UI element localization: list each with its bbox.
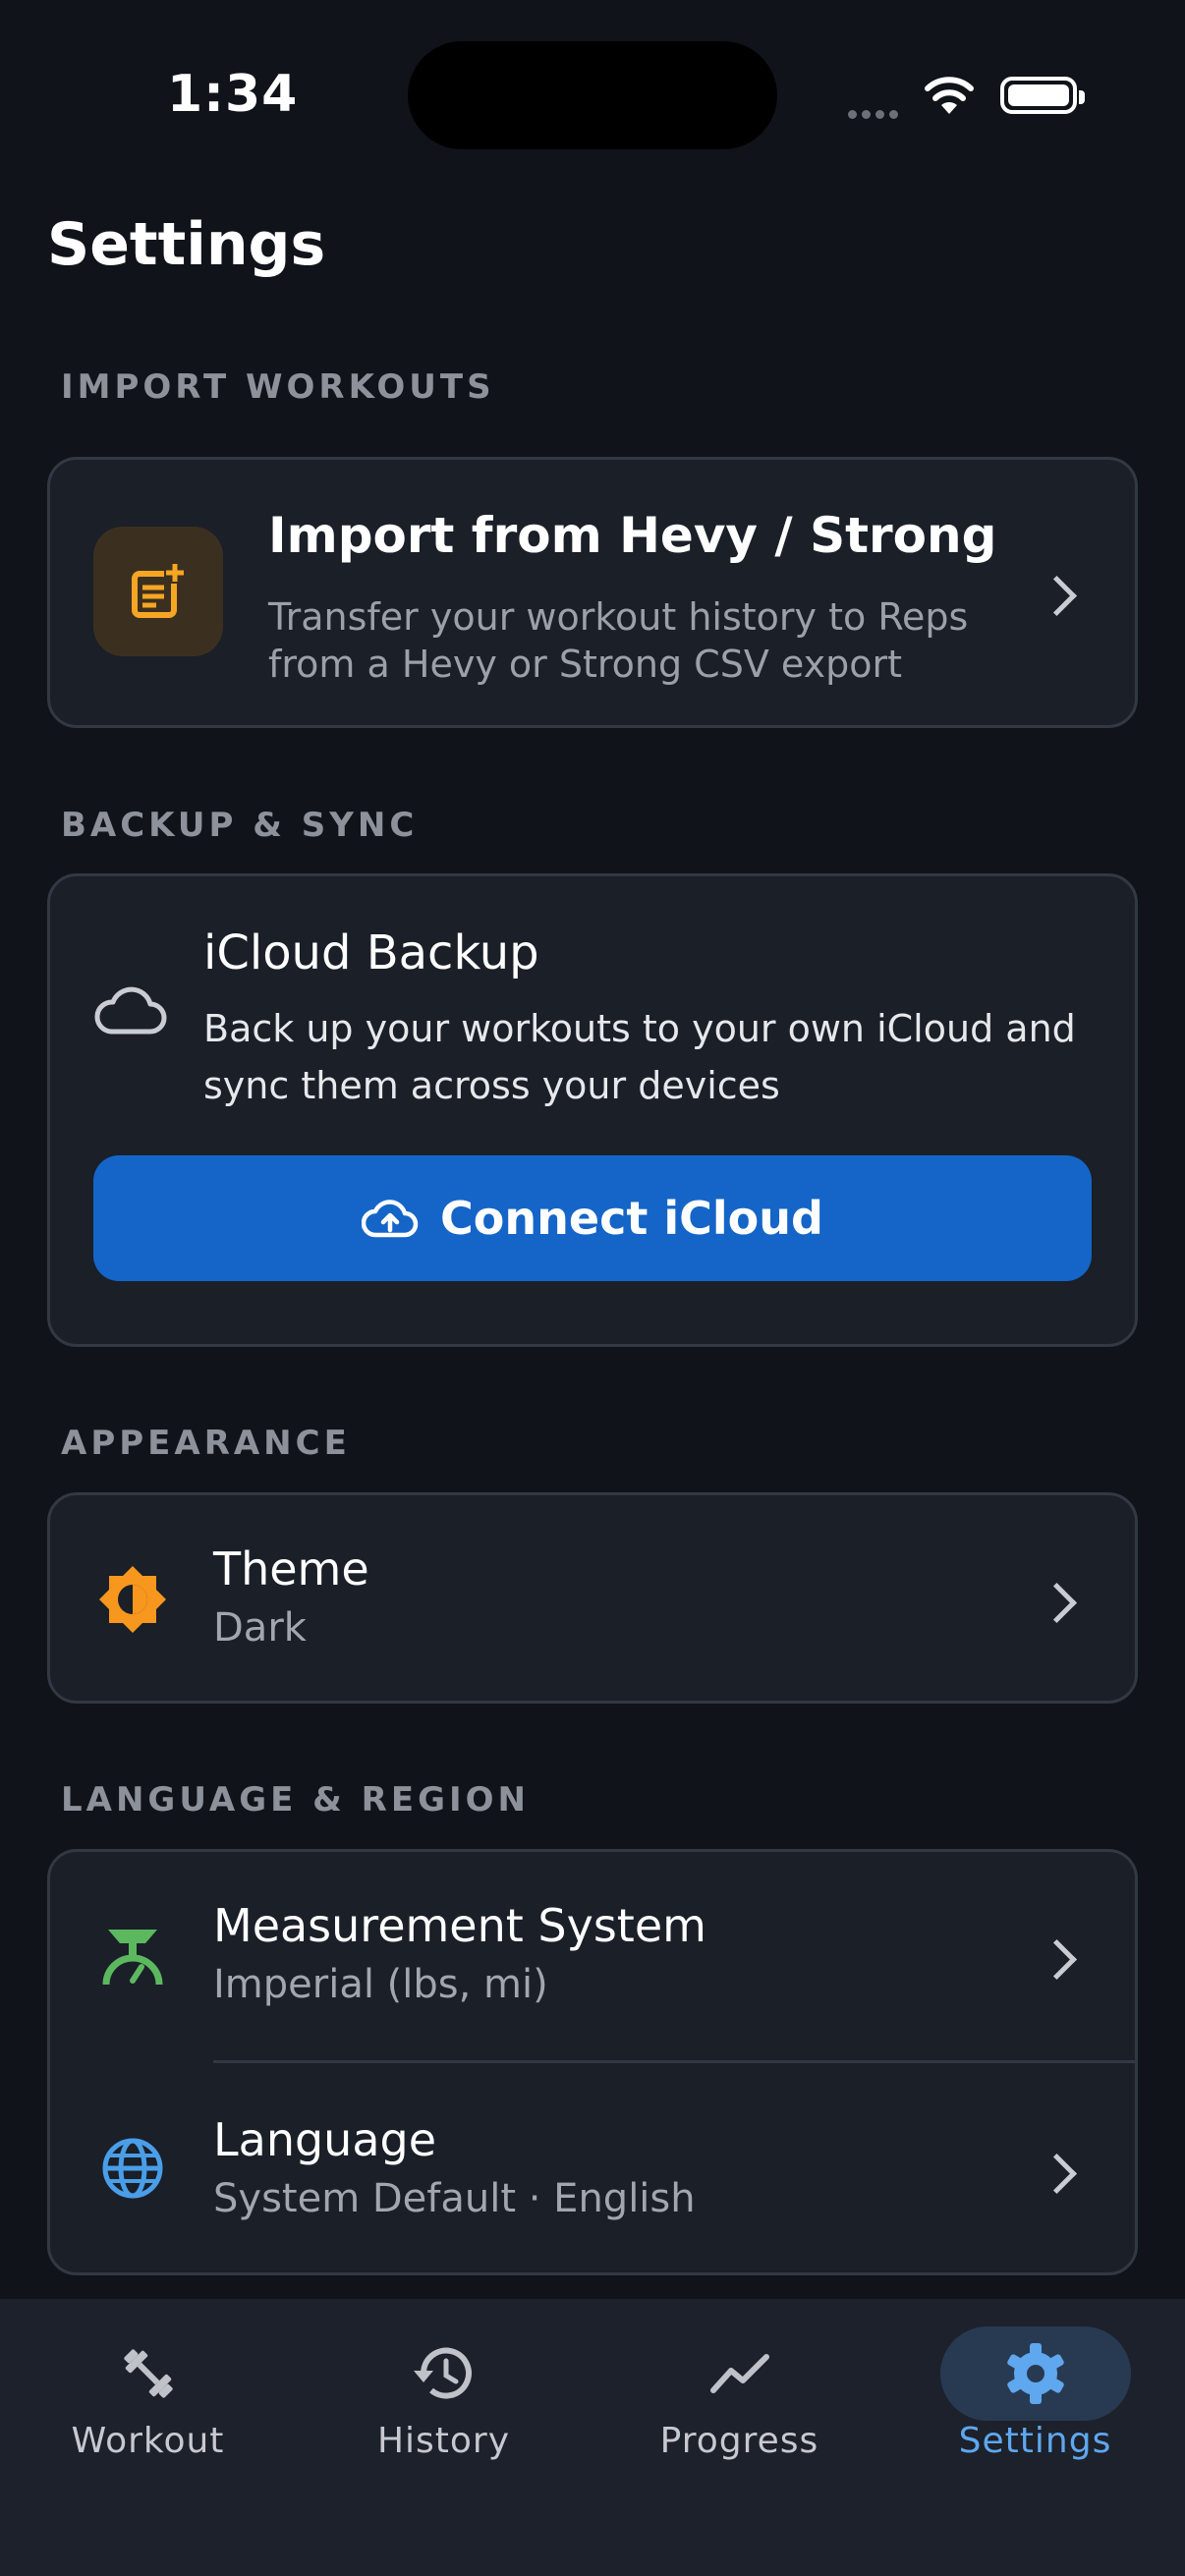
chevron-right-icon [1036, 2153, 1078, 2195]
tab-settings[interactable]: Settings [887, 2299, 1183, 2495]
cloud-icon [94, 986, 167, 1035]
language-title: Language [213, 2113, 437, 2166]
theme-row[interactable]: Theme Dark [47, 1492, 1138, 1704]
brightness-icon [93, 1560, 172, 1639]
history-icon [349, 2326, 539, 2421]
tab-bar: Workout History Progress Settings [0, 2299, 1185, 2576]
status-time: 1:34 [167, 65, 299, 124]
dumbbell-icon [53, 2326, 244, 2421]
tab-workout[interactable]: Workout [0, 2299, 296, 2495]
measurement-system-row[interactable]: Measurement System Imperial (lbs, mi) [50, 1852, 1135, 2064]
language-region-card: Measurement System Imperial (lbs, mi) La… [47, 1849, 1138, 2275]
page-title: Settings [47, 210, 326, 279]
theme-value: Dark [213, 1605, 307, 1651]
battery-icon [1000, 77, 1085, 114]
measurement-system-title: Measurement System [213, 1899, 706, 1952]
connect-icloud-label: Connect iCloud [440, 1192, 823, 1245]
import-subtitle: Transfer your workout history to Reps fr… [268, 595, 969, 686]
measurement-system-value: Imperial (lbs, mi) [213, 1962, 548, 2007]
cloud-upload-icon [362, 1200, 419, 1238]
icloud-subtitle: Back up your workouts to your own iCloud… [203, 1007, 1076, 1107]
cellular-signal-icon [848, 104, 903, 123]
chevron-right-icon [1036, 575, 1078, 617]
wifi-icon [925, 77, 974, 114]
scale-icon [93, 1917, 172, 1995]
section-header-backup: BACKUP & SYNC [61, 806, 419, 845]
section-header-appearance: APPEARANCE [61, 1424, 351, 1463]
import-file-icon [93, 527, 223, 656]
import-title: Import from Hevy / Strong [268, 507, 997, 564]
row-divider [213, 2060, 1135, 2063]
chevron-right-icon [1036, 1582, 1078, 1624]
section-header-language-region: LANGUAGE & REGION [61, 1780, 530, 1820]
tab-label: History [376, 2421, 511, 2461]
tab-history[interactable]: History [296, 2299, 592, 2495]
section-header-import: IMPORT WORKOUTS [61, 367, 495, 407]
connect-icloud-button[interactable]: Connect iCloud [93, 1155, 1092, 1281]
theme-title: Theme [213, 1542, 369, 1596]
trend-icon [645, 2326, 835, 2421]
status-bar: 1:34 [0, 0, 1185, 196]
import-card[interactable]: Import from Hevy / Strong Transfer your … [47, 457, 1138, 728]
chevron-right-icon [1036, 1938, 1078, 1981]
icloud-backup-card: iCloud Backup Back up your workouts to y… [47, 873, 1138, 1347]
tab-progress[interactable]: Progress [592, 2299, 887, 2495]
language-value: System Default · English [213, 2176, 696, 2221]
dynamic-island [408, 41, 777, 149]
language-row[interactable]: Language System Default · English [50, 2064, 1135, 2276]
globe-icon [93, 2129, 172, 2208]
tab-label: Settings [958, 2421, 1112, 2461]
icloud-title: iCloud Backup [203, 925, 539, 980]
tab-label: Workout [71, 2421, 225, 2461]
gear-icon [939, 2326, 1131, 2421]
tab-label: Progress [659, 2421, 819, 2461]
